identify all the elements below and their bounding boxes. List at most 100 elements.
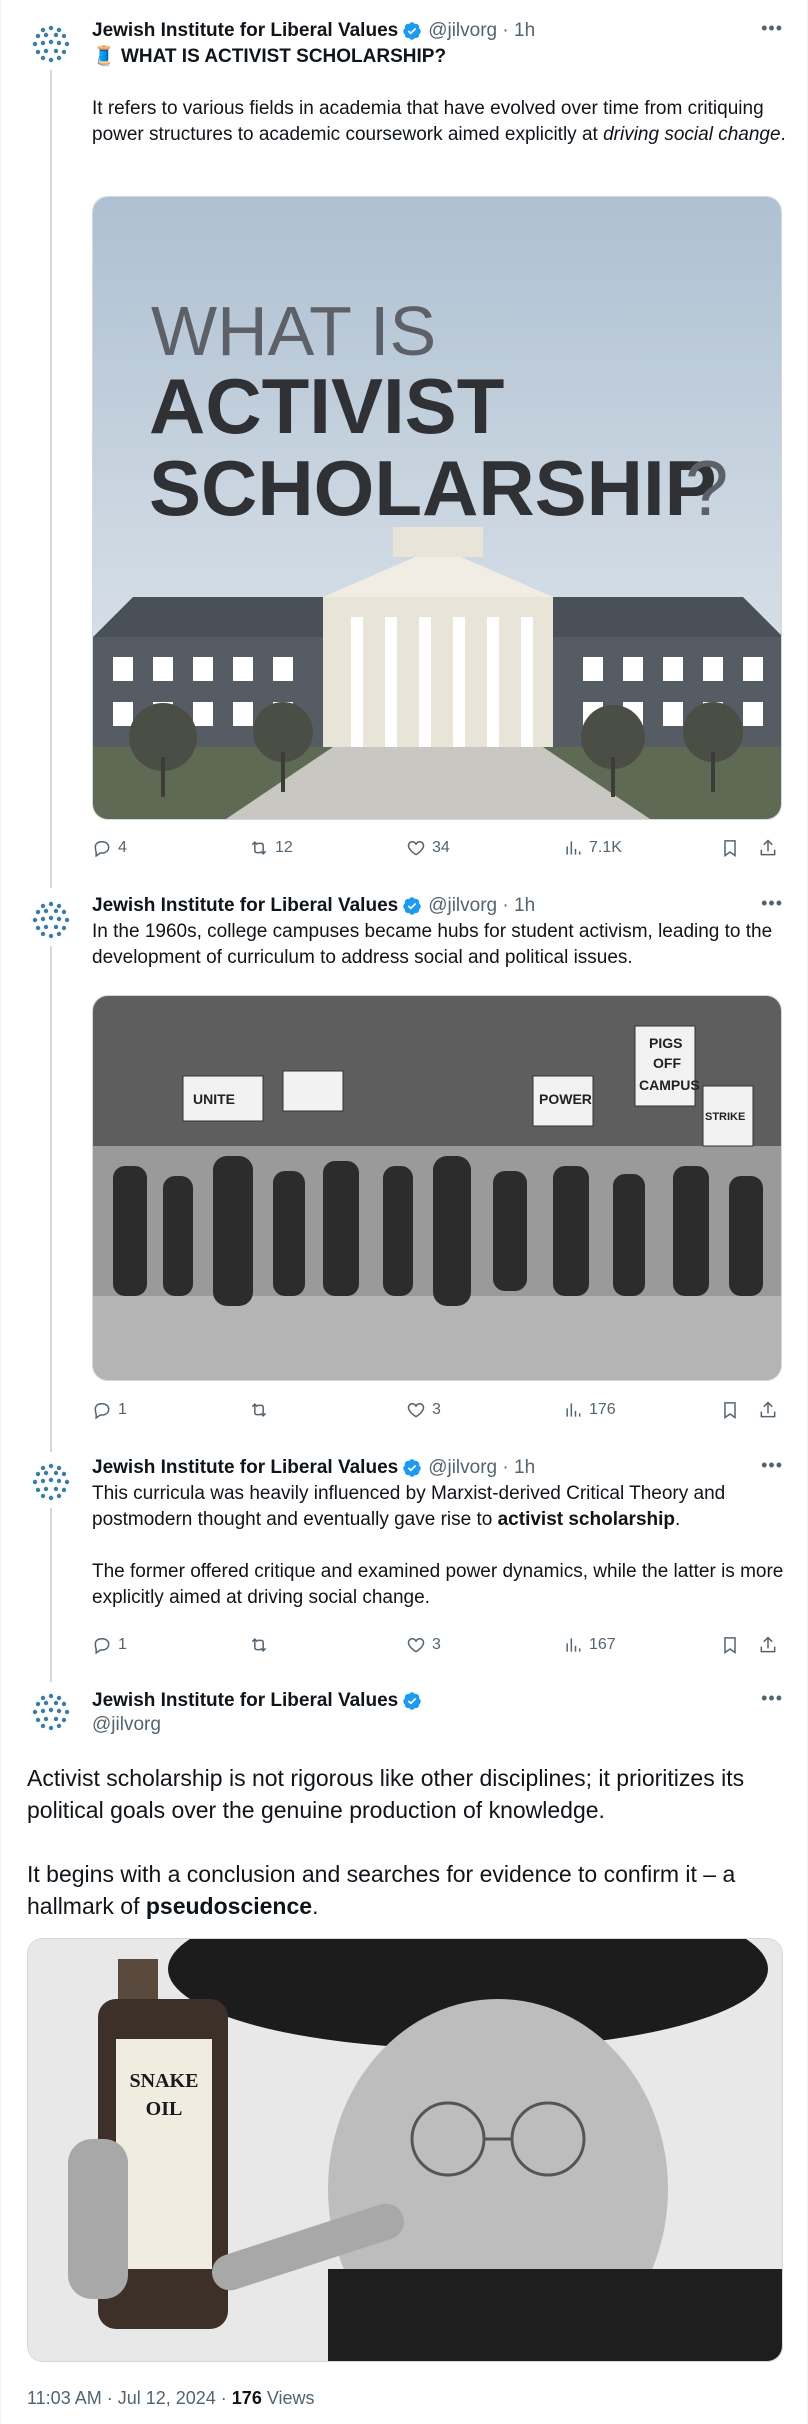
tweet-image[interactable]: WHAT IS ACTIVIST SCHOLARSHIP ? [92, 196, 782, 820]
verified-badge-icon [403, 22, 421, 40]
repost-button[interactable] [249, 1400, 275, 1420]
more-options-icon[interactable]: ••• [761, 1455, 783, 1476]
share-button[interactable] [758, 1635, 784, 1655]
bottle-label-1: SNAKE [130, 2070, 199, 2092]
author-avatar[interactable] [29, 898, 73, 942]
like-count: 3 [432, 1401, 441, 1418]
share-icon [760, 1401, 776, 1418]
like-count: 3 [432, 1636, 441, 1653]
more-options-icon[interactable]: ••• [761, 18, 783, 39]
tweet-header: Jewish Institute for Liberal Values @jil… [92, 1455, 787, 1481]
tweet-header: Jewish Institute for Liberal Values @jil… [92, 18, 787, 44]
share-button[interactable] [758, 838, 784, 858]
views-label: Views [261, 2388, 315, 2408]
analytics-icon [566, 1403, 581, 1417]
views-button[interactable]: 167 [563, 1635, 616, 1655]
tweet-header: Jewish Institute for Liberal Values @jil… [92, 893, 787, 919]
thread-connector [50, 70, 52, 888]
verified-badge-icon [403, 897, 421, 915]
tweet-actions: 1 3 167 [92, 1633, 782, 1657]
image-line-1: WHAT IS [151, 292, 436, 370]
tweet-body: Activist scholarship is not rigorous lik… [27, 1765, 745, 1823]
thread-emoji: 🧵 [92, 46, 116, 67]
share-button[interactable] [758, 1400, 784, 1420]
reply-count: 4 [118, 839, 127, 856]
like-button[interactable]: 3 [406, 1400, 441, 1420]
bold-phrase: activist scholarship [497, 1509, 676, 1530]
tweet-image[interactable]: PIGS OFF CAMPUS POWER UNITE STRIKE [92, 995, 782, 1381]
repost-button[interactable]: 12 [249, 838, 293, 858]
tweet-meta[interactable]: @jilvorg · 1h [428, 20, 535, 42]
author-avatar[interactable] [29, 1460, 73, 1504]
like-count: 34 [432, 839, 450, 856]
tweet-meta[interactable]: @jilvorg · 1h [428, 895, 535, 917]
punct: . [780, 124, 786, 145]
bookmark-icon [724, 1637, 736, 1654]
sign-strike: STRIKE [705, 1111, 745, 1123]
tweet-body-2: It begins with a conclusion and searches… [27, 1861, 736, 1919]
like-button[interactable]: 3 [406, 1635, 441, 1655]
tweet-header: Jewish Institute for Liberal Values [92, 1688, 787, 1714]
sign-pigs: PIGS [649, 1035, 682, 1051]
heart-icon [407, 1637, 425, 1653]
heart-icon [407, 840, 425, 856]
campus-illustration: WHAT IS ACTIVIST SCHOLARSHIP ? [93, 197, 781, 819]
tweet-text: Activist scholarship is not rigorous lik… [27, 1762, 783, 1922]
author-name[interactable]: Jewish Institute for Liberal Values [92, 1690, 398, 1712]
sign-campus: CAMPUS [639, 1077, 700, 1093]
reply-button[interactable]: 4 [92, 838, 127, 858]
sign-unite: UNITE [193, 1091, 235, 1107]
repost-icon [251, 1403, 267, 1417]
sign-power: POWER [539, 1091, 592, 1107]
verified-badge-icon [403, 1459, 421, 1477]
tweet-body-2: The former offered critique and examined… [92, 1561, 784, 1608]
bookmark-button[interactable] [720, 838, 746, 858]
tweet-actions: 1 3 176 [92, 1398, 782, 1422]
reply-icon [94, 1403, 110, 1420]
like-button[interactable]: 34 [406, 838, 450, 858]
bookmark-button[interactable] [720, 1635, 746, 1655]
punct: . [675, 1509, 681, 1530]
reply-button[interactable]: 1 [92, 1635, 127, 1655]
thread-connector [50, 946, 52, 1452]
tweet-text: This curricula was heavily influenced by… [92, 1481, 787, 1611]
analytics-icon [566, 841, 581, 855]
tweet-meta[interactable]: @jilvorg · 1h [428, 1457, 535, 1479]
repost-icon [251, 841, 267, 855]
more-options-icon[interactable]: ••• [761, 893, 783, 914]
image-qmark: ? [685, 444, 728, 532]
reply-button[interactable]: 1 [92, 1400, 127, 1420]
share-icon [760, 1636, 776, 1653]
views-button[interactable]: 176 [563, 1400, 616, 1420]
author-name[interactable]: Jewish Institute for Liberal Values [92, 1457, 398, 1479]
views-count: 7.1K [589, 839, 622, 856]
more-options-icon[interactable]: ••• [761, 1688, 783, 1709]
heart-icon [407, 1402, 425, 1418]
snake-oil-photo: SNAKE OIL [28, 1939, 782, 2361]
timestamp[interactable]: 11:03 AM · Jul 12, 2024 · [27, 2388, 232, 2408]
author-avatar[interactable] [29, 22, 73, 66]
sign-off: OFF [653, 1055, 681, 1071]
author-avatar[interactable] [29, 1690, 73, 1734]
author-handle[interactable]: @jilvorg [92, 1714, 787, 1736]
bookmark-button[interactable] [720, 1400, 746, 1420]
repost-icon [251, 1638, 267, 1652]
thread-title: WHAT IS ACTIVIST SCHOLARSHIP? [120, 46, 447, 67]
repost-button[interactable] [249, 1635, 275, 1655]
author-name[interactable]: Jewish Institute for Liberal Values [92, 20, 398, 42]
views-count: 176 [231, 2388, 262, 2408]
bookmark-icon [724, 840, 736, 857]
tweet-text: In the 1960s, college campuses became hu… [92, 921, 773, 968]
tweet-text: 🧵 WHAT IS ACTIVIST SCHOLARSHIP? It refer… [92, 44, 787, 148]
author-name[interactable]: Jewish Institute for Liberal Values [92, 895, 398, 917]
reply-icon [94, 1638, 110, 1655]
reply-count: 1 [118, 1401, 127, 1418]
protest-photo: PIGS OFF CAMPUS POWER UNITE STRIKE [93, 996, 781, 1380]
image-line-2: ACTIVIST [149, 362, 504, 450]
reply-count: 1 [118, 1636, 127, 1653]
views-button[interactable]: 7.1K [563, 838, 622, 858]
bookmark-icon [724, 1402, 736, 1419]
image-line-3: SCHOLARSHIP [149, 444, 717, 532]
verified-badge-icon [403, 1692, 421, 1710]
tweet-image[interactable]: SNAKE OIL [27, 1938, 783, 2362]
